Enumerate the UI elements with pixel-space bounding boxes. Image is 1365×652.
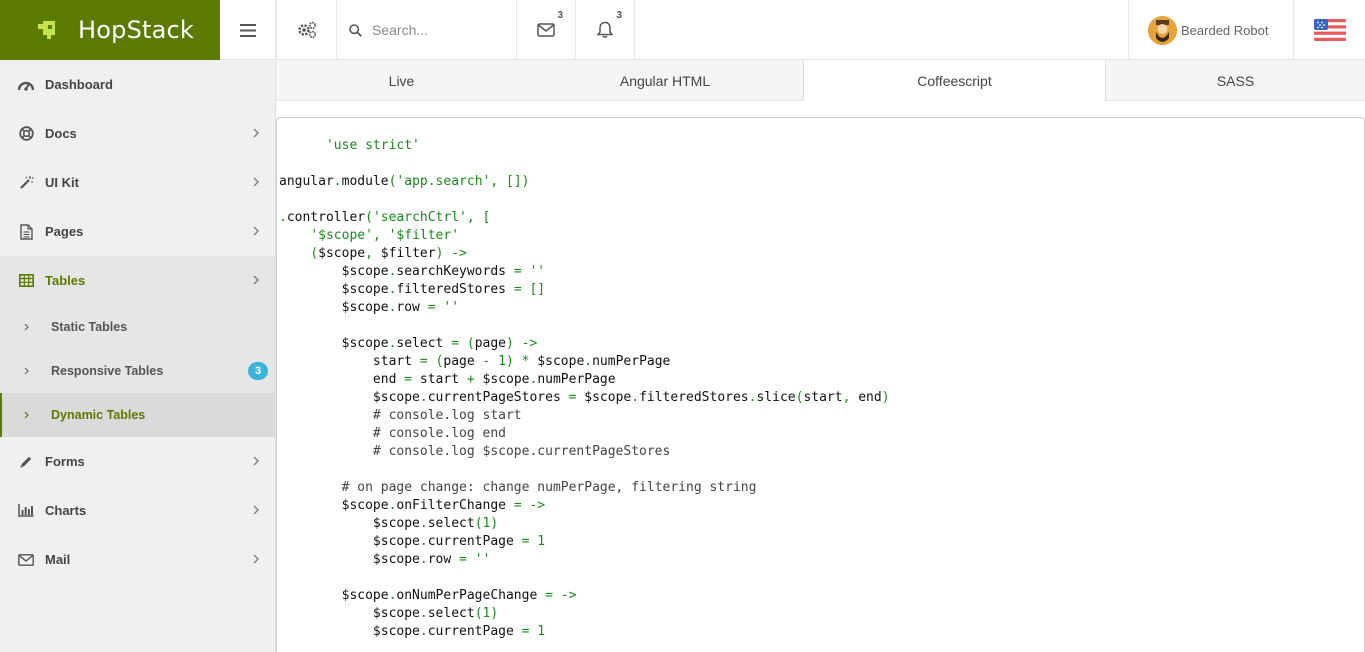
user-menu[interactable]: Bearded Robot — [1128, 0, 1294, 60]
brand-icon — [38, 21, 55, 39]
chevron-right-icon — [24, 323, 29, 331]
chevron-right-icon — [253, 177, 259, 187]
search-icon — [349, 23, 362, 37]
chevron-right-icon — [253, 456, 259, 466]
sidebar-item-dynamic-tables[interactable]: Dynamic Tables — [0, 393, 275, 437]
sidebar-item-label: Pages — [45, 224, 84, 239]
hamburger-icon — [239, 23, 256, 37]
code-line: $scope.onNumPerPageChange = -> — [279, 588, 577, 603]
sidebar-item-static-tables[interactable]: Static Tables — [0, 305, 275, 349]
table-icon — [18, 273, 34, 289]
tab-live[interactable]: Live — [276, 60, 527, 101]
code-line: # on page change: change numPerPage, fil… — [341, 480, 757, 495]
sidebar-item-label: Tables — [45, 273, 86, 288]
lifebuoy-icon — [18, 126, 34, 142]
code-line: $scope.searchKeywords = '' — [279, 264, 546, 279]
user-name: Bearded Robot — [1181, 22, 1269, 38]
code-line: $scope.filteredStores = [] — [279, 282, 546, 297]
sidebar-item-label: UI Kit — [45, 175, 79, 190]
top-header: HopStack 3 — [0, 0, 1365, 60]
code-line: ($scope, $filter) -> — [310, 246, 467, 261]
chevron-right-icon — [253, 554, 259, 564]
search-box — [337, 0, 517, 60]
chevron-right-icon — [24, 411, 29, 419]
file-icon — [18, 223, 34, 240]
code-line: 'use strict' — [325, 138, 420, 153]
code-line: # console.log start — [372, 408, 522, 423]
sidebar-item-docs[interactable]: Docs — [0, 109, 275, 158]
sidebar-item-responsive-tables[interactable]: Responsive Tables 3 — [0, 349, 275, 393]
sidebar-item-tables[interactable]: Tables — [0, 256, 275, 305]
dashboard-icon — [18, 77, 34, 93]
sidebar-item-label: Static Tables — [51, 320, 128, 334]
sidebar-item-label: Docs — [45, 126, 77, 141]
sidebar-item-pages[interactable]: Pages — [0, 207, 275, 256]
notifications-button[interactable]: 3 — [576, 0, 635, 60]
sidebar-item-forms[interactable]: Forms — [0, 437, 275, 486]
code-line: .controller('searchCtrl', [ — [279, 210, 491, 225]
code-line: $scope.onFilterChange = -> — [279, 498, 546, 513]
notifications-count-badge: 3 — [616, 10, 622, 21]
bar-chart-icon — [18, 503, 34, 519]
sidebar-item-mail[interactable]: Mail — [0, 535, 275, 584]
code-line: angular.module('app.search', []) — [279, 174, 530, 189]
sidebar-item-label: Dashboard — [45, 77, 113, 92]
search-input[interactable] — [372, 22, 512, 38]
sidebar-item-charts[interactable]: Charts — [0, 486, 275, 535]
code-line: # console.log $scope.currentPageStores — [372, 444, 671, 459]
chevron-right-icon — [253, 128, 259, 138]
brand-logo[interactable]: HopStack — [0, 0, 220, 60]
sidebar-item-label: Charts — [45, 503, 87, 518]
tables-submenu: Static Tables Responsive Tables 3 Dynami… — [0, 305, 275, 437]
code-line: $scope.currentPage = 1 — [279, 534, 546, 549]
code-line: start = (page - 1) * $scope.numPerPage — [279, 354, 671, 369]
us-flag-icon — [1313, 19, 1346, 41]
sidebar-item-label: Responsive Tables — [51, 364, 164, 378]
pencil-icon — [18, 454, 34, 470]
code-line: $scope.row = '' — [279, 552, 491, 567]
sidebar-item-dashboard[interactable]: Dashboard — [0, 60, 275, 109]
code-panel[interactable]: 'use strict' angular.module('app.search'… — [276, 117, 1365, 652]
bell-icon — [597, 21, 613, 38]
sidebar-toggle-button[interactable] — [220, 0, 276, 60]
code-block: 'use strict' angular.module('app.search'… — [279, 137, 1364, 641]
sidebar-item-label: Mail — [45, 552, 71, 567]
sidebar: Dashboard Docs UI Kit Pages Tables Stati… — [0, 60, 276, 652]
sidebar-item-label: Dynamic Tables — [51, 408, 146, 422]
code-line: $scope.select = (page) -> — [279, 336, 538, 351]
settings-button[interactable] — [276, 0, 337, 60]
brand-name: HopStack — [78, 16, 195, 44]
chevron-right-icon — [24, 367, 29, 375]
tab-angular-html[interactable]: Angular HTML — [527, 60, 803, 101]
language-selector[interactable] — [1294, 0, 1365, 60]
magic-wand-icon — [18, 175, 34, 191]
chevron-right-icon — [253, 275, 259, 285]
code-tabs: Live Angular HTML Coffeescript SASS — [276, 60, 1365, 101]
code-line: $scope.row = '' — [279, 300, 460, 315]
avatar — [1148, 15, 1177, 45]
code-line: $scope.select(1) — [279, 606, 499, 621]
envelope-icon — [18, 552, 34, 568]
messages-count-badge: 3 — [557, 10, 563, 21]
tab-sass[interactable]: SASS — [1106, 60, 1365, 101]
gears-icon — [297, 21, 316, 39]
code-line: $scope.select(1) — [279, 516, 499, 531]
messages-button[interactable]: 3 — [517, 0, 576, 60]
code-line: $scope.currentPageStores = $scope.filter… — [279, 390, 890, 405]
tab-coffeescript[interactable]: Coffeescript — [803, 60, 1106, 101]
envelope-icon — [537, 23, 555, 37]
count-badge: 3 — [248, 362, 268, 380]
code-line: $scope.currentPage = 1 — [279, 624, 546, 639]
code-line: end = start + $scope.numPerPage — [279, 372, 616, 387]
code-line: # console.log end — [372, 426, 506, 441]
chevron-right-icon — [253, 505, 259, 515]
sidebar-item-label: Forms — [45, 454, 85, 469]
code-line: '$scope', '$filter' — [310, 228, 460, 243]
sidebar-item-ui-kit[interactable]: UI Kit — [0, 158, 275, 207]
chevron-right-icon — [253, 226, 259, 236]
